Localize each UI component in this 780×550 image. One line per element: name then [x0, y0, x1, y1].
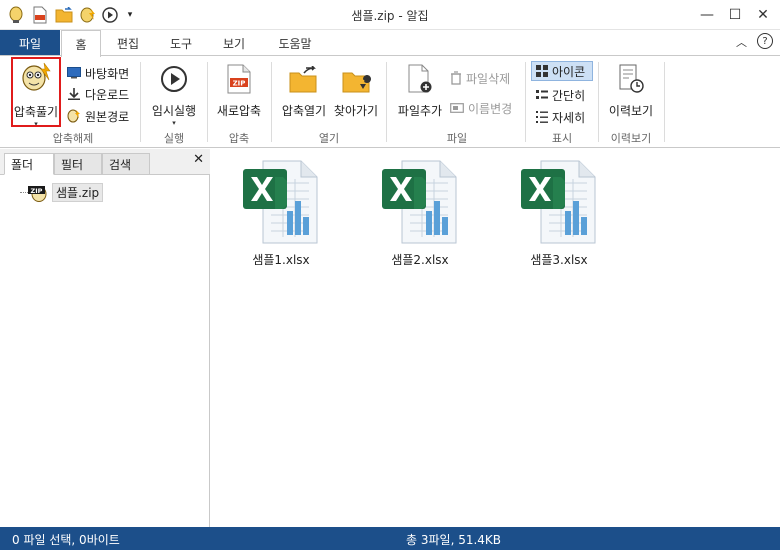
extract-original-button[interactable]: 원본경로: [67, 106, 129, 126]
file-name: 샘플1.xlsx: [252, 253, 310, 267]
group-separator: [525, 62, 526, 142]
alzip-logo-icon[interactable]: [6, 5, 26, 25]
extract-large-icon: [22, 62, 51, 91]
pane-tab-search[interactable]: 검색: [102, 153, 150, 175]
tab-help[interactable]: 도움말: [268, 30, 322, 56]
ribbon-collapse-icon[interactable]: ︿: [736, 34, 747, 50]
extract-button[interactable]: 압축풀기 ▾: [11, 60, 61, 128]
history-icon: [619, 64, 644, 93]
zip-new-icon: ZIP: [227, 64, 251, 94]
extract-desktop-button[interactable]: 바탕화면: [67, 63, 129, 83]
play-icon: [161, 66, 187, 92]
desktop-icon: [67, 67, 81, 79]
grid-icon: [536, 65, 548, 77]
zip-archive-icon: ZIP: [28, 185, 47, 202]
folder-pane: 폴더 필터 검색 ✕ ZIP 샘플.zip: [0, 149, 210, 527]
group-separator: [140, 62, 141, 142]
pane-close-icon[interactable]: ✕: [193, 152, 204, 167]
group-label-history: 이력보기: [610, 132, 652, 145]
status-bar: 0 파일 선택, 0바이트 총 3파일, 51.4KB: [0, 527, 780, 550]
folder-location-icon: [342, 72, 371, 93]
trash-icon: [451, 71, 461, 85]
pane-tab-folder[interactable]: 폴더: [4, 153, 54, 175]
svg-text:ZIP: ZIP: [31, 186, 43, 194]
help-icon[interactable]: ?: [757, 33, 773, 49]
excel-file-icon: [521, 160, 596, 244]
group-separator: [271, 62, 272, 142]
maximize-button[interactable]: ☐: [722, 4, 748, 26]
folder-open-large-icon: [289, 66, 317, 93]
pane-tabs: 폴더 필터 검색 ✕: [0, 149, 210, 175]
file-item[interactable]: 샘플2.xlsx: [365, 159, 475, 268]
excel-file-icon: [243, 160, 318, 244]
file-name: 샘플2.xlsx: [391, 253, 449, 267]
file-name: 샘플3.xlsx: [530, 253, 588, 267]
group-label-compress: 압축: [228, 132, 250, 145]
group-separator: [664, 62, 665, 142]
group-label-extract: 압축해제: [52, 132, 94, 145]
view-detail-button[interactable]: 자세히: [536, 107, 585, 127]
original-path-icon: [67, 109, 80, 123]
svg-text:ZIP: ZIP: [233, 80, 246, 88]
temp-run-dropdown-icon: ▾: [172, 119, 176, 127]
ribbon: 압축풀기 ▾ 바탕화면 다운로드 원본경로 압축해제 임시실행 ▾ 실행 ZIP…: [0, 56, 780, 148]
group-label-run: 실행: [163, 132, 185, 145]
excel-file-icon: [382, 160, 457, 244]
tree-item-label: 샘플.zip: [52, 183, 104, 202]
add-file-button[interactable]: 파일추가: [392, 60, 448, 119]
extract-icon[interactable]: [78, 5, 98, 25]
folder-open-icon[interactable]: [54, 5, 74, 25]
tab-view[interactable]: 보기: [213, 30, 255, 56]
find-button[interactable]: 찾아가기: [330, 60, 382, 119]
ribbon-tabs: 파일 홈 편집 도구 보기 도움말 ︿ ?: [0, 30, 780, 57]
view-simple-button[interactable]: 간단히: [536, 85, 585, 105]
tree-item-archive[interactable]: ZIP 샘플.zip: [18, 183, 104, 202]
minimize-button[interactable]: —: [694, 4, 720, 26]
file-add-icon: [408, 64, 432, 93]
list-icon: [536, 90, 548, 99]
status-selection: 0 파일 선택, 0바이트: [12, 533, 120, 547]
group-label-open: 열기: [318, 132, 340, 145]
extract-download-button[interactable]: 다운로드: [67, 84, 129, 104]
group-separator: [386, 62, 387, 142]
extract-dropdown-icon: ▾: [34, 120, 38, 128]
tab-home[interactable]: 홈: [61, 30, 101, 57]
group-separator: [598, 62, 599, 142]
group-label-file: 파일: [446, 132, 468, 145]
tab-file[interactable]: 파일: [0, 30, 60, 56]
new-compress-button[interactable]: ZIP 새로압축: [211, 60, 267, 119]
rename-icon: [450, 103, 464, 113]
file-list-area: 샘플1.xlsx 샘플2.xlsx 샘플3.xlsx: [211, 149, 780, 527]
open-archive-button[interactable]: 압축열기: [276, 60, 332, 119]
delete-file-button[interactable]: 파일삭제: [450, 68, 510, 88]
rename-file-button[interactable]: 이름변경: [450, 98, 512, 118]
detail-list-icon: [536, 111, 548, 123]
pane-tab-filter[interactable]: 필터: [54, 153, 102, 175]
group-label-view: 표시: [551, 132, 573, 145]
file-item[interactable]: 샘플1.xlsx: [226, 159, 336, 268]
close-button[interactable]: ✕: [750, 4, 776, 26]
tab-edit[interactable]: 편집: [107, 30, 149, 56]
view-icon-button[interactable]: 아이콘: [531, 61, 593, 81]
tab-tools[interactable]: 도구: [160, 30, 202, 56]
zip-file-icon[interactable]: [30, 5, 50, 25]
run-icon[interactable]: [100, 5, 120, 25]
customize-dropdown-icon[interactable]: ▾: [120, 5, 140, 25]
history-button[interactable]: 이력보기: [603, 60, 659, 119]
file-item[interactable]: 샘플3.xlsx: [504, 159, 614, 268]
title-bar: ▾ 샘플.zip - 알집 — ☐ ✕: [0, 0, 780, 30]
download-icon: [68, 88, 80, 100]
status-summary: 총 3파일, 51.4KB: [406, 533, 502, 547]
extract-label: 압축풀기: [13, 105, 59, 119]
temp-run-button[interactable]: 임시실행 ▾: [146, 60, 202, 127]
